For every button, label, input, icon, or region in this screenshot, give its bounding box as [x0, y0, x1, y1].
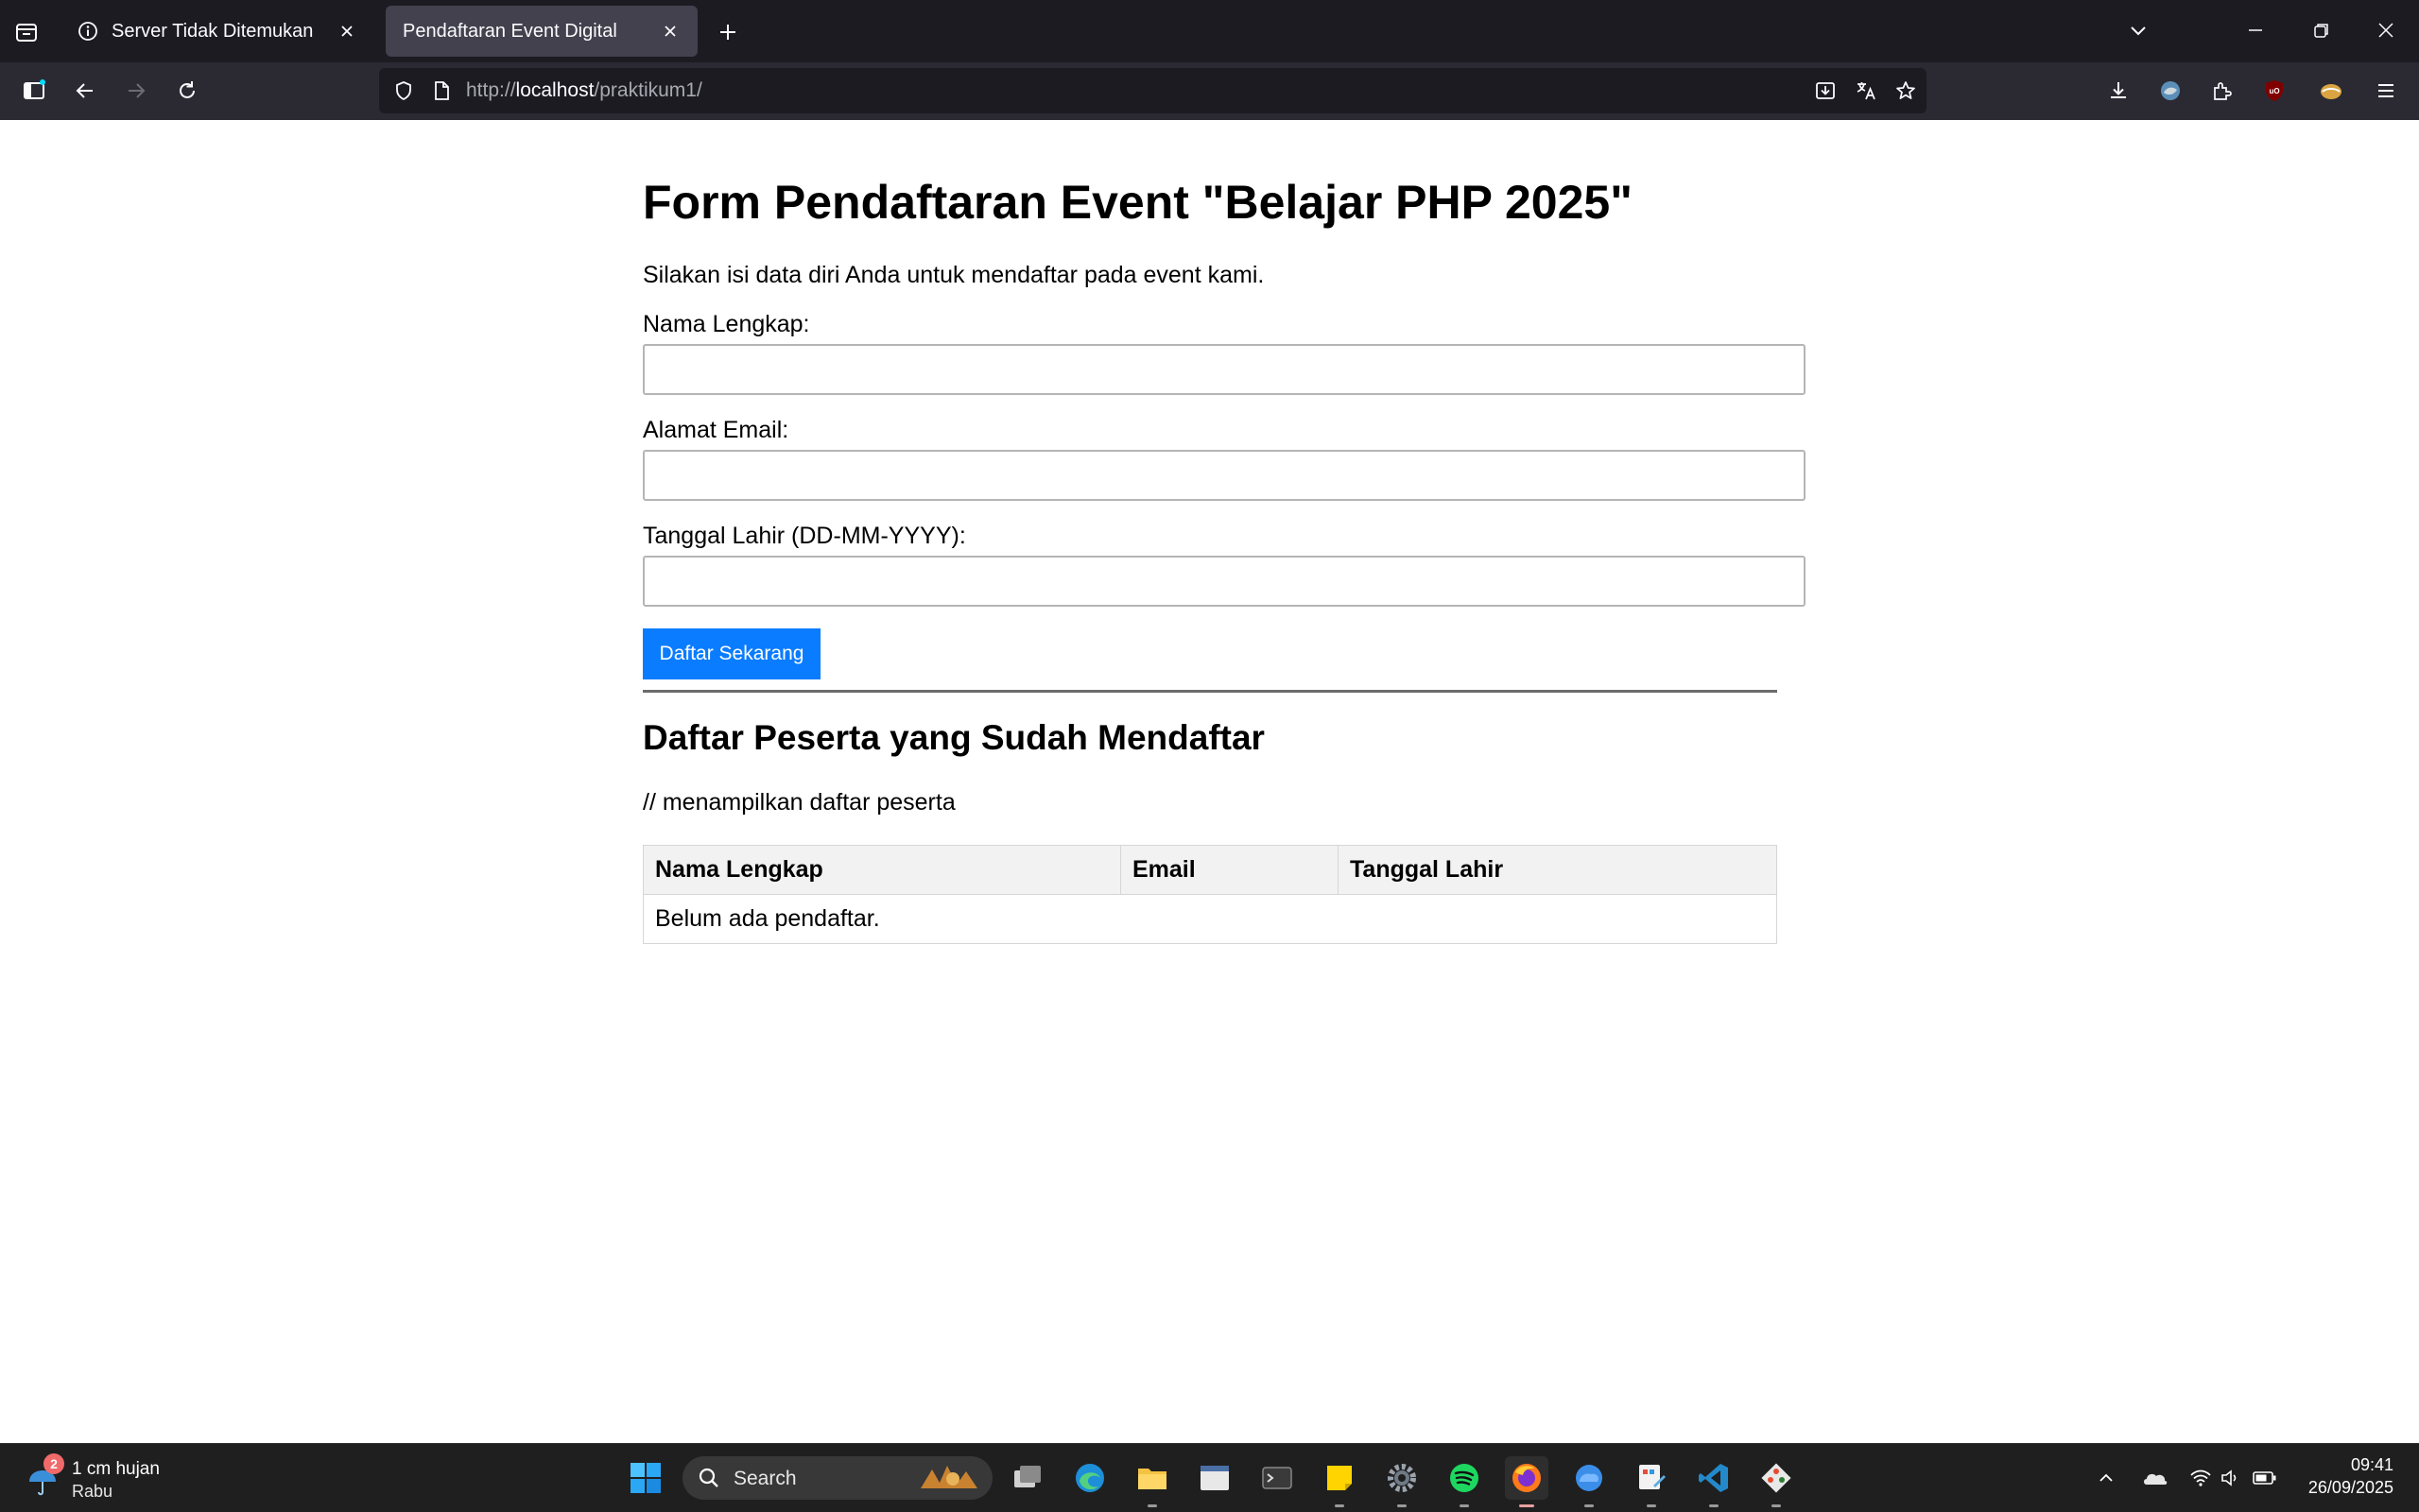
running-indicator [1584, 1504, 1594, 1507]
tab-title: Pendaftaran Event Digital [403, 20, 617, 42]
settings-icon[interactable] [1380, 1456, 1424, 1507]
forward-arrow-icon[interactable] [119, 74, 153, 108]
page-title: Form Pendaftaran Event "Belajar PHP 2025… [643, 176, 1633, 229]
close-icon[interactable] [656, 17, 684, 45]
running-indicator [1335, 1504, 1344, 1507]
terminal-icon[interactable] [1255, 1456, 1299, 1500]
downloads-icon[interactable] [2101, 74, 2135, 108]
empty-message: Belum ada pendaftar. [643, 894, 1777, 944]
column-header-birth-date: Tanggal Lahir [1338, 845, 1777, 895]
sidebar-icon[interactable] [17, 74, 51, 108]
weather-widget[interactable]: 2 1 cm hujan Rabu [26, 1453, 216, 1503]
running-indicator [1771, 1504, 1781, 1507]
url-scheme: http:// [466, 79, 516, 101]
translate-icon[interactable] [1851, 76, 1881, 106]
task-view-icon[interactable] [1006, 1456, 1049, 1500]
running-indicator [1647, 1504, 1656, 1507]
page-icon[interactable] [426, 76, 457, 106]
page-content: Form Pendaftaran Event "Belajar PHP 2025… [0, 120, 2419, 1443]
extensions-icon[interactable] [2204, 74, 2238, 108]
chevron-up-icon[interactable] [2089, 1456, 2123, 1500]
tab-event-registration[interactable]: Pendaftaran Event Digital [386, 6, 698, 57]
search-highlight-icon [915, 1460, 985, 1496]
wifi-icon[interactable] [2184, 1456, 2218, 1500]
tab-title: Server Tidak Ditemukan [112, 20, 314, 42]
navigation-toolbar: http://localhost/praktikum1/ uO [0, 62, 2419, 121]
cloud-app-icon[interactable] [1567, 1456, 1611, 1507]
weather-day: Rabu [72, 1482, 113, 1501]
participants-section-title: Daftar Peserta yang Sudah Mendaftar [643, 718, 1265, 757]
register-button[interactable]: Daftar Sekarang [643, 628, 821, 679]
close-icon[interactable] [333, 17, 361, 45]
battery-icon[interactable] [2248, 1456, 2282, 1500]
divider [643, 690, 1777, 693]
taskbar-search[interactable]: Search [683, 1456, 993, 1500]
table-header-row: Nama Lengkap Email Tanggal Lahir [643, 845, 1777, 895]
url-path: /praktikum1/ [594, 79, 702, 101]
running-indicator [1397, 1504, 1407, 1507]
email-input[interactable] [643, 450, 1806, 501]
running-indicator [1460, 1504, 1469, 1507]
spotify-icon[interactable] [1443, 1456, 1486, 1507]
search-label: Search [734, 1468, 797, 1489]
email-label: Alamat Email: [643, 417, 789, 443]
shield-icon[interactable] [389, 76, 419, 106]
sticky-notes-icon[interactable] [1318, 1456, 1361, 1507]
new-tab-icon[interactable] [711, 15, 745, 49]
birth-date-input[interactable] [643, 556, 1806, 607]
app-window-icon[interactable] [1193, 1456, 1236, 1500]
account-icon[interactable] [2153, 74, 2187, 108]
volume-icon[interactable] [2214, 1456, 2248, 1500]
intro-text: Silakan isi data diri Anda untuk mendaft… [643, 262, 1265, 288]
info-icon [78, 21, 98, 42]
back-arrow-icon[interactable] [68, 74, 102, 108]
running-indicator [1709, 1504, 1719, 1507]
table-row: Belum ada pendaftar. [643, 894, 1777, 944]
svg-text:uO: uO [2269, 87, 2279, 95]
active-indicator [1519, 1504, 1534, 1507]
bookmark-star-icon[interactable] [1891, 76, 1921, 106]
birth-date-label: Tanggal Lahir (DD-MM-YYYY): [643, 523, 966, 549]
search-icon [698, 1467, 720, 1489]
onedrive-icon[interactable] [2138, 1456, 2172, 1500]
full-name-input[interactable] [643, 344, 1806, 395]
participants-note: // menampilkan daftar peserta [643, 789, 956, 816]
reload-icon[interactable] [170, 74, 204, 108]
minimize-icon[interactable] [2238, 13, 2272, 47]
url-text[interactable]: http://localhost/praktikum1/ [466, 79, 702, 102]
window-close-icon[interactable] [2369, 13, 2403, 47]
extension-avatar-icon[interactable] [2314, 74, 2348, 108]
column-header-name: Nama Lengkap [643, 845, 1121, 895]
clock-time: 09:41 [2350, 1455, 2393, 1474]
git-icon[interactable] [1754, 1456, 1798, 1507]
firefox-icon[interactable] [1505, 1456, 1548, 1507]
chevron-down-icon[interactable] [2121, 13, 2155, 47]
ublock-icon[interactable]: uO [2257, 74, 2291, 108]
url-bar[interactable]: http://localhost/praktikum1/ [379, 68, 1927, 113]
column-header-email: Email [1120, 845, 1339, 895]
menu-hamburger-icon[interactable] [2369, 74, 2403, 108]
vscode-icon[interactable] [1692, 1456, 1736, 1507]
restore-icon[interactable] [2305, 13, 2339, 47]
tab-bar: Server Tidak Ditemukan Pendaftaran Event… [0, 0, 2419, 62]
taskbar: 2 1 cm hujan Rabu Search 09:41 26/09/202… [0, 1443, 2419, 1512]
paint-icon[interactable] [1630, 1456, 1673, 1507]
url-host: localhost [515, 79, 595, 101]
tab-server-not-found[interactable]: Server Tidak Ditemukan [62, 6, 374, 57]
system-clock[interactable]: 09:41 26/09/2025 [2288, 1453, 2393, 1499]
participants-table: Nama Lengkap Email Tanggal Lahir Belum a… [643, 845, 1777, 944]
tab-list-icon[interactable] [9, 15, 43, 49]
file-explorer-icon[interactable] [1131, 1456, 1174, 1507]
windows-start-icon[interactable] [624, 1456, 667, 1500]
running-indicator [1148, 1504, 1157, 1507]
clock-date: 26/09/2025 [2307, 1478, 2393, 1497]
full-name-label: Nama Lengkap: [643, 311, 810, 337]
weather-summary: 1 cm hujan [72, 1459, 160, 1479]
notification-badge: 2 [43, 1453, 64, 1474]
save-to-device-icon[interactable] [1810, 76, 1840, 106]
edge-icon[interactable] [1068, 1456, 1112, 1500]
